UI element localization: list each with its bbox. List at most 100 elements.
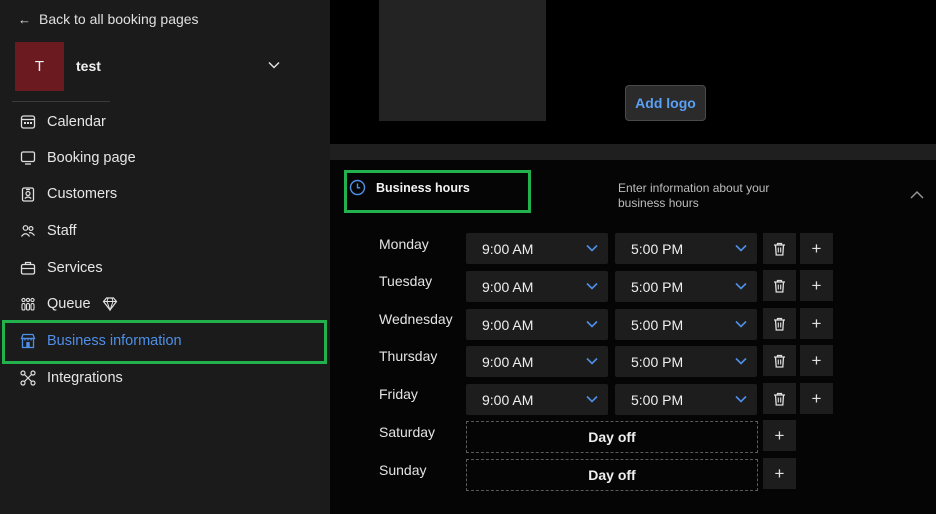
end-time-value: 5:00 PM [631,316,684,333]
sidebar-item-label: Customers [47,186,118,202]
trash-icon [774,242,785,256]
add-hours-button[interactable]: + [763,420,796,451]
plus-icon: + [774,425,785,445]
trash-icon [774,317,785,331]
monitor-icon [20,150,36,166]
day-label: Sunday [379,462,427,478]
highlight-box [2,320,327,364]
add-hours-button[interactable]: + [800,383,833,414]
chevron-down-icon [586,395,598,403]
add-hours-button[interactable]: + [800,270,833,301]
end-time-select[interactable]: 5:00 PM [615,271,757,302]
chevron-down-icon [586,357,598,365]
chevron-down-icon [586,282,598,290]
sidebar-item-label: Queue [47,296,91,312]
sidebar-item-calendar[interactable]: Calendar [20,107,106,137]
sidebar-item-label: Integrations [47,370,123,386]
delete-hours-button[interactable] [763,308,796,339]
diamond-icon [102,296,118,312]
trash-icon [774,392,785,406]
chevron-up-icon[interactable] [910,190,924,200]
start-time-value: 9:00 AM [482,278,534,295]
chevron-down-icon [268,61,280,69]
people-icon [20,223,36,239]
start-time-select[interactable]: 9:00 AM [466,233,608,264]
trash-icon [774,279,785,293]
end-time-value: 5:00 PM [631,391,684,408]
plus-icon: + [811,350,822,370]
sidebar-item-label: Services [47,260,103,276]
delete-hours-button[interactable] [763,345,796,376]
add-hours-button[interactable]: + [800,308,833,339]
highlight-box [344,170,531,213]
sidebar-item-integrations[interactable]: Integrations [20,363,123,393]
back-link[interactable]: ← Back to all booking pages [18,11,199,27]
day-label: Thursday [379,348,438,364]
divider [12,101,110,102]
start-time-value: 9:00 AM [482,240,534,257]
sidebar-item-label: Calendar [47,114,106,130]
avatar: T [15,41,64,91]
sidebar: ← Back to all booking pages T test Calen… [0,0,330,514]
day-off-slot[interactable]: Day off [466,459,758,491]
section-divider [330,144,936,160]
briefcase-icon [20,260,36,276]
end-time-value: 5:00 PM [631,353,684,370]
delete-hours-button[interactable] [763,383,796,414]
sidebar-item-queue[interactable]: Queue [20,289,118,319]
sidebar-item-services[interactable]: Services [20,253,103,283]
business-hours-description: Enter information about your business ho… [618,181,770,210]
plus-icon: + [774,463,785,483]
plus-icon: + [811,313,822,333]
add-hours-button[interactable]: + [800,233,833,264]
sidebar-item-customers[interactable]: Customers [20,179,117,209]
start-time-value: 9:00 AM [482,316,534,333]
end-time-value: 5:00 PM [631,240,684,257]
add-hours-button[interactable]: + [800,345,833,376]
sidebar-item-staff[interactable]: Staff [20,216,77,246]
day-label: Friday [379,386,418,402]
day-off-slot[interactable]: Day off [466,421,758,453]
back-arrow-icon: ← [18,11,31,27]
queue-icon [20,296,36,312]
plus-icon: + [811,275,822,295]
start-time-select[interactable]: 9:00 AM [466,346,608,377]
end-time-select[interactable]: 5:00 PM [615,384,757,415]
delete-hours-button[interactable] [763,233,796,264]
chevron-down-icon [735,395,747,403]
calendar-icon [20,114,36,130]
plus-icon: + [811,238,822,258]
end-time-select[interactable]: 5:00 PM [615,346,757,377]
account-switcher[interactable]: T test [15,41,295,91]
start-time-select[interactable]: 9:00 AM [466,309,608,340]
chevron-down-icon [735,320,747,328]
add-hours-button[interactable]: + [763,458,796,489]
end-time-select[interactable]: 5:00 PM [615,233,757,264]
delete-hours-button[interactable] [763,270,796,301]
start-time-value: 9:00 AM [482,391,534,408]
account-name: test [76,58,101,74]
sidebar-item-booking-page[interactable]: Booking page [20,143,136,173]
chevron-down-icon [735,282,747,290]
day-label: Tuesday [379,273,433,289]
start-time-select[interactable]: 9:00 AM [466,271,608,302]
day-label: Monday [379,236,429,252]
chevron-down-icon [735,357,747,365]
sidebar-item-label: Booking page [47,150,136,166]
start-time-value: 9:00 AM [482,353,534,370]
end-time-select[interactable]: 5:00 PM [615,309,757,340]
logo-placeholder [379,0,546,121]
integrations-icon [20,370,36,386]
end-time-value: 5:00 PM [631,278,684,295]
day-label: Wednesday [379,311,453,327]
trash-icon [774,354,785,368]
plus-icon: + [811,388,822,408]
sidebar-item-label: Staff [47,223,77,239]
back-link-label: Back to all booking pages [39,11,199,27]
add-logo-button[interactable]: Add logo [625,85,706,121]
id-badge-icon [20,186,36,202]
chevron-down-icon [735,244,747,252]
start-time-select[interactable]: 9:00 AM [466,384,608,415]
chevron-down-icon [586,244,598,252]
chevron-down-icon [586,320,598,328]
